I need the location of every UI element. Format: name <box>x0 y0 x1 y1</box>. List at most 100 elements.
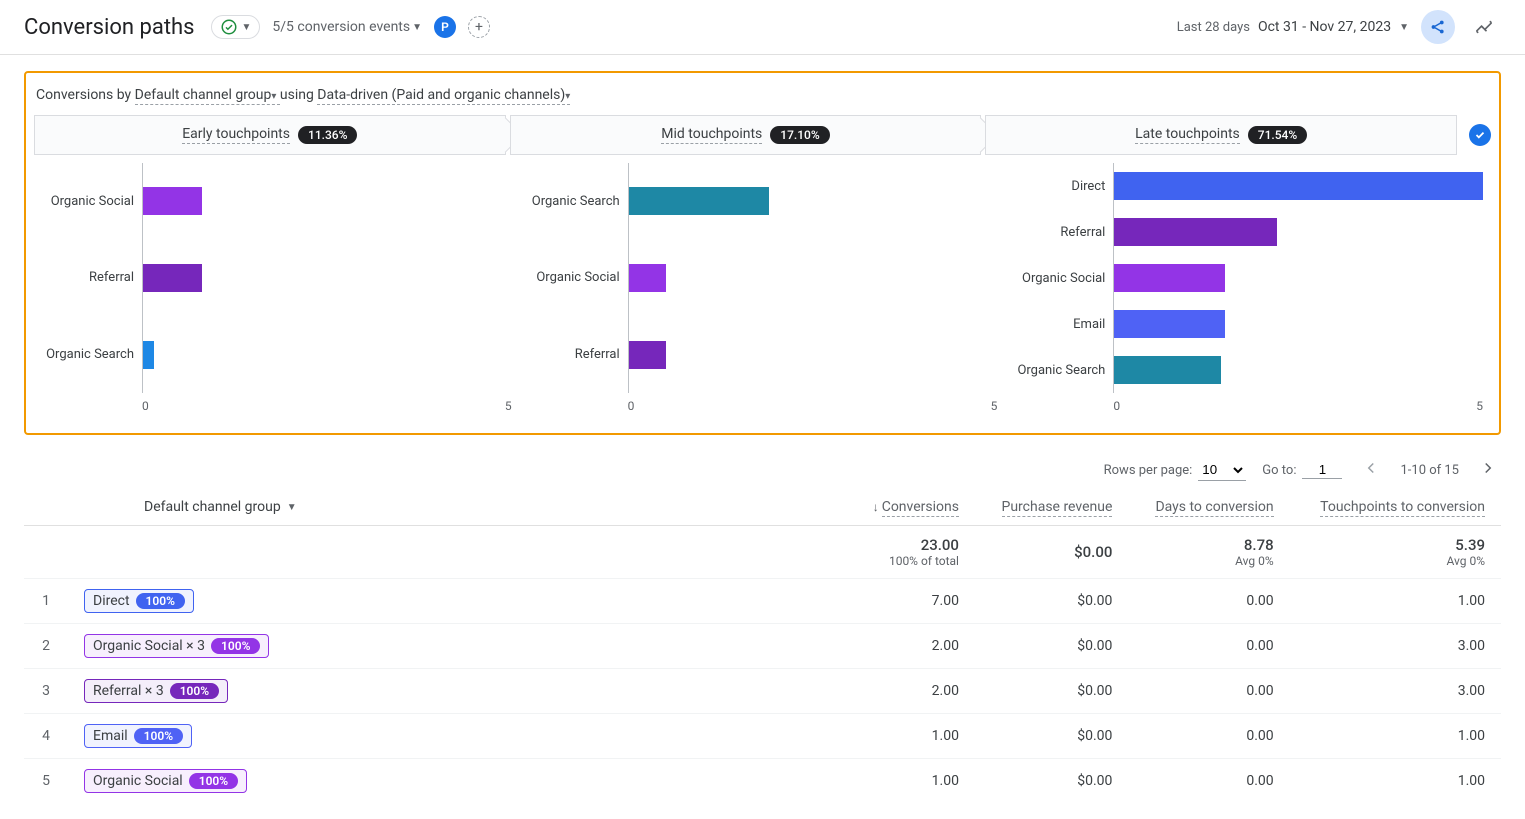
chip-channel: Direct <box>93 593 130 609</box>
col-conversions[interactable]: ↓ Conversions <box>848 489 975 526</box>
touchpoint-chart: Direct Referral Organic Social Email Organic… <box>1005 163 1491 413</box>
axis-tick: 5 <box>505 399 512 413</box>
funnel-step[interactable]: Mid touchpoints 17.10% <box>510 115 982 155</box>
sort-desc-icon: ↓ <box>873 500 882 514</box>
chevron-down-icon: ▼ <box>1399 22 1409 33</box>
chart-controls: Conversions by Default channel group▾ us… <box>34 83 1491 115</box>
add-segment-button[interactable]: + <box>468 16 490 38</box>
chip-pct: 100% <box>136 593 185 609</box>
table-row[interactable]: 5 Organic Social 100% 1.00 $0.00 0.00 1.… <box>24 759 1501 804</box>
bar <box>143 341 154 369</box>
bar-label: Organic Social <box>42 194 142 209</box>
chevron-down-icon: ▼ <box>287 502 297 513</box>
chip-channel: Organic Social <box>93 773 183 789</box>
prev-page-button[interactable] <box>1358 459 1384 481</box>
events-filter[interactable]: 5/5 conversion events ▼ <box>272 19 422 35</box>
funnel-step-label: Mid touchpoints <box>661 126 762 144</box>
insights-icon <box>1474 17 1494 37</box>
bar-label: Referral <box>528 347 628 362</box>
segment-badge[interactable]: P <box>434 16 456 38</box>
col-touchpoints[interactable]: Touchpoints to conversion <box>1290 489 1501 526</box>
status-dropdown[interactable]: ▼ <box>211 15 261 39</box>
bar <box>629 264 666 292</box>
dimension-dropdown[interactable]: Default channel group▾ <box>135 87 280 105</box>
axis-tick: 5 <box>991 399 998 413</box>
funnel-step[interactable]: Early touchpoints 11.36% <box>34 115 506 155</box>
axis-tick: 0 <box>628 399 635 413</box>
chevron-left-icon <box>1362 459 1380 477</box>
channel-group-dropdown[interactable]: Default channel group ▼ <box>144 499 297 515</box>
path-chip: Organic Social × 3 100% <box>84 634 269 658</box>
chip-pct: 100% <box>134 728 183 744</box>
summary-row: 23.00100% of total $0.00 8.78Avg 0% 5.39… <box>24 526 1501 579</box>
bar-label: Organic Search <box>42 347 142 362</box>
axis-tick: 5 <box>1476 399 1483 413</box>
rows-per-page-select[interactable]: 10 <box>1198 459 1246 481</box>
bar <box>1114 310 1225 338</box>
funnel-step-label: Early touchpoints <box>182 126 290 144</box>
bar <box>143 187 202 215</box>
model-dropdown[interactable]: Data-driven (Paid and organic channels)▾ <box>317 87 570 105</box>
bar <box>629 341 666 369</box>
funnel-step-pct: 71.54% <box>1248 126 1307 144</box>
col-revenue[interactable]: Purchase revenue <box>975 489 1128 526</box>
goto-label: Go to: <box>1262 463 1296 478</box>
bar-label: Referral <box>1013 225 1113 240</box>
table-pagination: Rows per page: 10 Go to: 1-10 of 15 <box>24 451 1501 489</box>
goto-input[interactable] <box>1302 461 1342 479</box>
path-chip: Direct 100% <box>84 589 194 613</box>
chevron-down-icon: ▼ <box>242 22 252 33</box>
page-header: Conversion paths ▼ 5/5 conversion events… <box>0 0 1525 55</box>
table-row[interactable]: 1 Direct 100% 7.00 $0.00 0.00 1.00 <box>24 579 1501 624</box>
insights-button[interactable] <box>1467 10 1501 44</box>
touchpoint-chart: Organic Search Organic Social Referral 0 5 <box>520 163 1006 413</box>
chevron-down-icon: ▼ <box>412 22 422 33</box>
bar <box>143 264 202 292</box>
chip-pct: 100% <box>189 773 238 789</box>
conversion-paths-table: Default channel group ▼ ↓ Conversions Pu… <box>24 489 1501 803</box>
next-page-button[interactable] <box>1475 459 1501 481</box>
plus-icon: + <box>475 19 483 35</box>
table-row[interactable]: 2 Organic Social × 3 100% 2.00 $0.00 0.0… <box>24 624 1501 669</box>
bar <box>1114 264 1225 292</box>
col-days[interactable]: Days to conversion <box>1128 489 1289 526</box>
bar <box>1114 218 1276 246</box>
charts-row: Organic SocialReferralOrganic Search 05 … <box>34 163 1491 413</box>
bar-label: Organic Social <box>528 270 628 285</box>
chip-channel: Email <box>93 728 128 744</box>
funnel-complete-icon <box>1469 124 1491 146</box>
chip-channel: Referral × 3 <box>93 683 164 699</box>
bar-label: Organic Social <box>1013 271 1113 286</box>
share-button[interactable] <box>1421 10 1455 44</box>
axis-tick: 0 <box>1113 399 1120 413</box>
rows-per-page-label: Rows per page: <box>1104 463 1193 478</box>
table-row[interactable]: 4 Email 100% 1.00 $0.00 0.00 1.00 <box>24 714 1501 759</box>
touchpoint-chart: Organic SocialReferralOrganic Search 05 <box>34 163 520 413</box>
bar-label: Email <box>1013 317 1113 332</box>
path-chip: Organic Social 100% <box>84 769 247 793</box>
funnel-step[interactable]: Late touchpoints 71.54% <box>985 115 1457 155</box>
table-row[interactable]: 3 Referral × 3 100% 2.00 $0.00 0.00 3.00 <box>24 669 1501 714</box>
funnel-step-pct: 11.36% <box>298 126 357 144</box>
path-chip: Referral × 3 100% <box>84 679 228 703</box>
path-chip: Email 100% <box>84 724 192 748</box>
bar <box>1114 356 1221 384</box>
bar <box>1114 172 1483 200</box>
chip-pct: 100% <box>170 683 219 699</box>
date-range-picker[interactable]: Last 28 days Oct 31 - Nov 27, 2023 ▼ <box>1177 19 1409 35</box>
funnel-step-label: Late touchpoints <box>1135 126 1240 144</box>
touchpoints-card: Conversions by Default channel group▾ us… <box>24 71 1501 435</box>
table-section: Rows per page: 10 Go to: 1-10 of 15 Defa… <box>24 451 1501 803</box>
page-range: 1-10 of 15 <box>1400 463 1459 478</box>
bar-label: Referral <box>42 270 142 285</box>
bar-label: Organic Search <box>1013 363 1113 378</box>
chip-channel: Organic Social × 3 <box>93 638 205 654</box>
bar-label: Organic Search <box>528 194 628 209</box>
chevron-down-icon: ▾ <box>565 91 570 102</box>
check-circle-icon <box>220 18 238 36</box>
chip-pct: 100% <box>211 638 260 654</box>
share-icon <box>1429 18 1447 36</box>
bar <box>629 187 769 215</box>
funnel-step-pct: 17.10% <box>770 126 829 144</box>
bar-label: Direct <box>1013 179 1113 194</box>
